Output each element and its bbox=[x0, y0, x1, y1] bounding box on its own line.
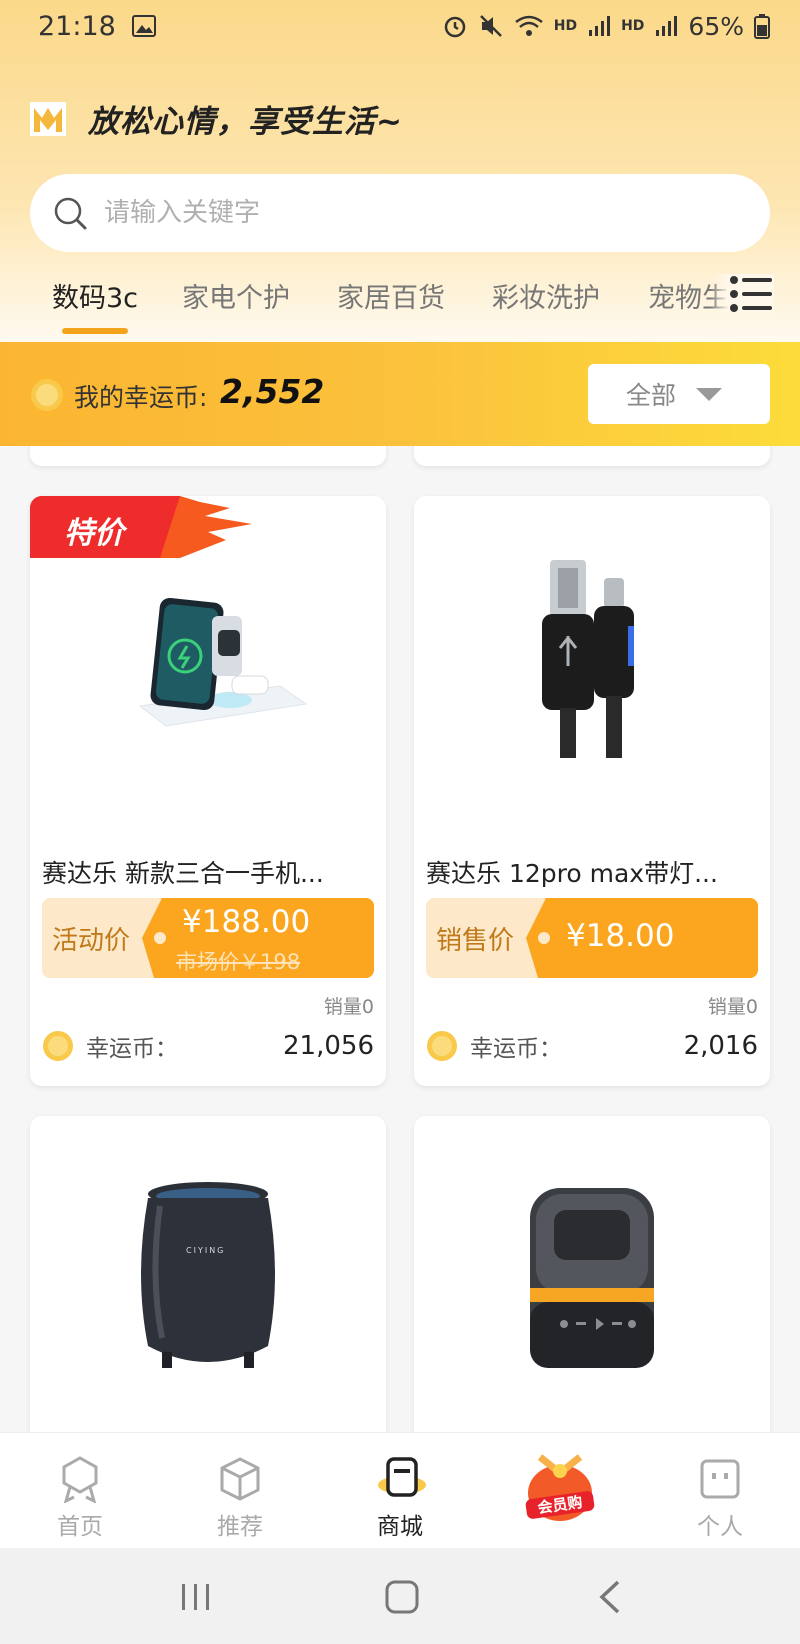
price-type-label: 活动价 bbox=[52, 926, 131, 956]
person-icon bbox=[700, 1459, 740, 1499]
product-card[interactable]: CIYING bbox=[30, 1116, 386, 1432]
bluetooth-speaker-image bbox=[530, 1188, 654, 1368]
tab-digital-3c[interactable]: 数码3c bbox=[52, 276, 138, 315]
price-box: 活动价 ¥188.00 市场价￥198 bbox=[42, 898, 374, 978]
lucky-coin-bar: 我的幸运币: 2,552 全部 bbox=[0, 342, 800, 446]
status-time: 21:18 bbox=[38, 10, 116, 42]
product-price: ¥188.00 bbox=[182, 904, 311, 940]
tab-appliances[interactable]: 家电个护 bbox=[182, 276, 290, 315]
tab-household[interactable]: 家居百货 bbox=[337, 276, 445, 315]
sales-count: 销量0 bbox=[323, 996, 374, 1018]
header-area: 21:18 HD HD 65% 放松心情，享受生活~ 数码3c 家电个护 家居百… bbox=[0, 0, 800, 342]
network-label-1: HD bbox=[553, 18, 578, 34]
product-card[interactable] bbox=[414, 1116, 770, 1432]
coin-icon bbox=[427, 1031, 457, 1061]
coin-price-row: 幸运币： 21,056 bbox=[42, 1028, 374, 1064]
signal-icon bbox=[589, 16, 611, 36]
lucky-coin-value: 2,552 bbox=[220, 372, 325, 411]
usb-cable-image bbox=[542, 560, 634, 758]
product-brand-text: CIYING bbox=[186, 1246, 226, 1255]
category-menu-button[interactable] bbox=[710, 274, 774, 314]
coin-price-row: 幸运币： 2,016 bbox=[426, 1028, 758, 1064]
battery-percent: 65% bbox=[688, 11, 744, 41]
nav-label: 首页 bbox=[57, 1514, 103, 1540]
product-name: 赛达乐 新款三合一手机... bbox=[42, 859, 324, 888]
signal-icon-2 bbox=[656, 16, 678, 36]
coin-label: 幸运币： bbox=[470, 1036, 562, 1062]
lucky-coin-label: 我的幸运币: bbox=[74, 383, 208, 412]
nav-label: 推荐 bbox=[217, 1514, 263, 1540]
product-card[interactable]: 赛达乐 12pro max带灯... 销售价 ¥18.00 销量0 幸运币： 2… bbox=[414, 496, 770, 1086]
tab-indicator bbox=[62, 328, 128, 334]
back-icon[interactable] bbox=[598, 1580, 622, 1614]
product-card[interactable]: 特价 赛达乐 新款三合一手机... 活动价 ¥188.00 市场价￥198 销量… bbox=[30, 496, 386, 1086]
nav-recommend[interactable]: 推荐 bbox=[160, 1433, 320, 1549]
list-menu-icon bbox=[730, 276, 772, 312]
app-logo-icon bbox=[30, 101, 66, 136]
nav-label: 个人 bbox=[697, 1514, 743, 1540]
tab-makeup[interactable]: 彩妆洗护 bbox=[492, 276, 600, 315]
coin-value: 21,056 bbox=[283, 1031, 374, 1061]
home-button-icon[interactable] bbox=[385, 1580, 419, 1614]
wifi-icon bbox=[514, 15, 543, 36]
brand-bar: 放松心情，享受生活~ bbox=[30, 96, 403, 141]
system-nav-bar bbox=[0, 1548, 800, 1644]
filter-dropdown[interactable]: 全部 bbox=[588, 364, 770, 424]
product-grid: 特价 赛达乐 新款三合一手机... 活动价 ¥188.00 市场价￥198 销量… bbox=[0, 446, 800, 1432]
nav-home[interactable]: 首页 bbox=[0, 1433, 160, 1549]
network-label-2: HD bbox=[621, 18, 645, 34]
category-tabs: 数码3c 家电个护 家居百货 彩妆洗护 宠物生 bbox=[0, 270, 800, 342]
coin-icon bbox=[43, 1031, 73, 1061]
price-box: 销售价 ¥18.00 bbox=[426, 898, 758, 978]
alarm-icon bbox=[444, 16, 465, 38]
search-input[interactable] bbox=[102, 197, 706, 229]
mall-icon bbox=[378, 1457, 426, 1497]
battery-icon bbox=[754, 14, 770, 39]
nav-label: 商城 bbox=[377, 1514, 423, 1540]
sales-count: 销量0 bbox=[707, 996, 758, 1018]
nav-member-buy[interactable]: 会员购 bbox=[480, 1433, 640, 1549]
search-bar[interactable] bbox=[30, 174, 770, 252]
price-type-label: 销售价 bbox=[436, 926, 515, 956]
nav-personal[interactable]: 个人 bbox=[640, 1433, 800, 1549]
recent-apps-icon[interactable] bbox=[180, 1582, 212, 1612]
gallery-icon bbox=[131, 15, 156, 37]
market-price: 市场价￥198 bbox=[176, 950, 301, 974]
coin-value: 2,016 bbox=[683, 1031, 758, 1061]
air-purifier-image bbox=[141, 1182, 275, 1368]
home-badge-icon bbox=[62, 1456, 98, 1503]
box-icon bbox=[220, 1457, 260, 1501]
product-card-partial[interactable] bbox=[414, 446, 770, 466]
filter-label: 全部 bbox=[626, 381, 677, 410]
product-name: 赛达乐 12pro max带灯... bbox=[426, 859, 718, 888]
product-card-partial[interactable] bbox=[30, 446, 386, 466]
special-price-badge-text: 特价 bbox=[64, 516, 124, 551]
bottom-nav: 首页 推荐 商城 会员购 个人 bbox=[0, 1432, 800, 1549]
slogan: 放松心情，享受生活~ bbox=[88, 104, 403, 140]
coin-label: 幸运币： bbox=[86, 1036, 178, 1062]
search-icon bbox=[54, 197, 87, 230]
chevron-down-icon bbox=[696, 387, 723, 401]
status-bar: 21:18 HD HD 65% bbox=[38, 8, 770, 44]
mute-icon bbox=[479, 15, 502, 37]
gift-bag-icon: 会员购 bbox=[525, 1454, 595, 1521]
coin-icon bbox=[31, 379, 63, 411]
nav-mall[interactable]: 商城 bbox=[320, 1433, 480, 1549]
product-price: ¥18.00 bbox=[566, 918, 675, 954]
